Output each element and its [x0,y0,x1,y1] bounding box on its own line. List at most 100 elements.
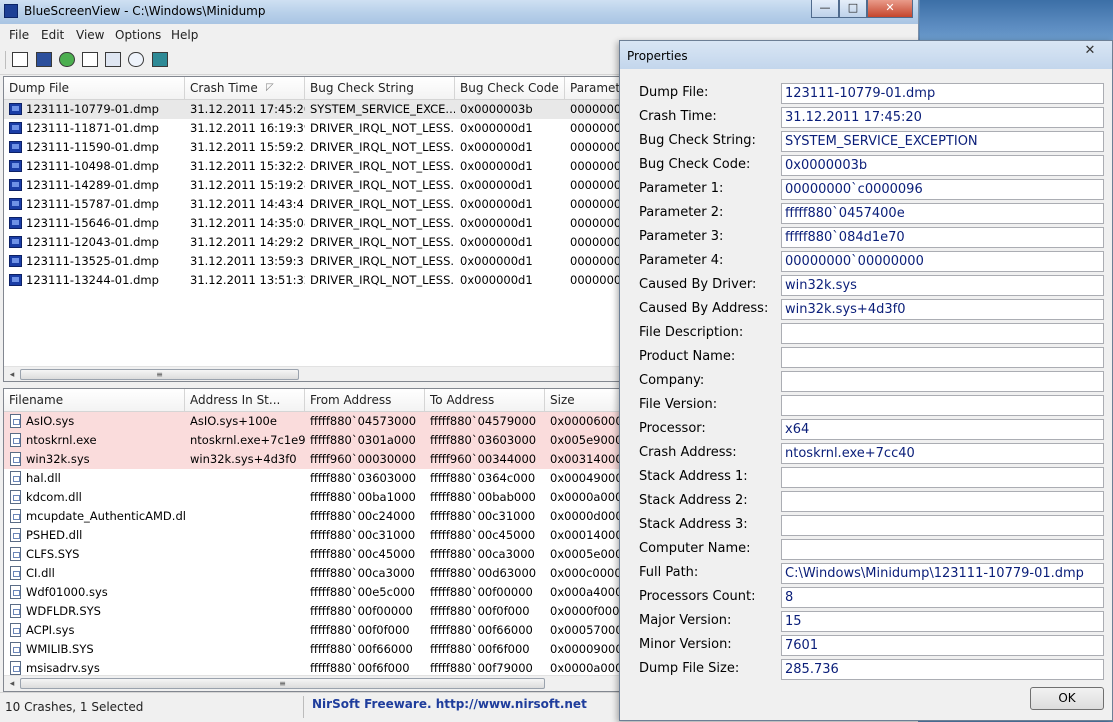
property-value-field[interactable]: 15 [781,611,1104,632]
dump-row[interactable]: 123111-13525-01.dmp 31.12.2011 13:59:31 DR… [4,252,644,271]
property-value-field[interactable]: 00000000`c0000096 [781,179,1104,200]
exit-icon[interactable] [152,52,168,67]
module-row[interactable]: CI.dll fffff880`00ca3000 fffff880`00d63000… [4,564,644,583]
scroll-thumb[interactable]: ≡ [20,678,545,689]
module-file-icon [10,547,21,561]
property-value-field[interactable]: 7601 [781,635,1104,656]
menu-options[interactable]: Options [115,28,161,42]
dump-row[interactable]: 123111-13244-01.dmp 31.12.2011 13:51:32 DR… [4,271,644,290]
module-row[interactable]: PSHED.dll fffff880`00c31000 fffff880`00c45… [4,526,644,545]
dump-row[interactable]: 123111-12043-01.dmp 31.12.2011 14:29:21 DR… [4,233,644,252]
dump-file-cell: 123111-12043-01.dmp [26,235,159,249]
property-value-field[interactable]: win32k.sys+4d3f0 [781,299,1104,320]
dump-list-hscrollbar[interactable]: ◂ ≡ [4,366,620,381]
dialog-title: Properties [627,49,688,63]
property-value-field[interactable]: 8 [781,587,1104,608]
properties-icon[interactable] [12,52,28,67]
module-row[interactable]: AsIO.sys AsIO.sys+100e fffff880`04573000 ff… [4,412,644,431]
bug-check-code-cell: 0x000000d1 [460,273,533,287]
col-address-in-stack[interactable]: Address In St... [185,389,305,411]
menu-view[interactable]: View [76,28,104,42]
property-value-field[interactable]: 123111-10779-01.dmp [781,83,1104,104]
col-filename[interactable]: Filename [4,389,185,411]
dump-row[interactable]: 123111-10498-01.dmp 31.12.2011 15:32:24 DR… [4,157,644,176]
module-list-hscrollbar[interactable]: ◂ ≡ [4,675,620,691]
module-row[interactable]: hal.dll fffff880`03603000 fffff880`0364c00… [4,469,644,488]
property-value-field[interactable]: ntoskrnl.exe+7cc40 [781,443,1104,464]
module-row[interactable]: WMILIB.SYS fffff880`00f66000 fffff880`00f6… [4,640,644,659]
property-value-field[interactable]: C:\Windows\Minidump\123111-10779-01.dmp [781,563,1104,584]
scroll-left-icon[interactable]: ◂ [5,678,19,690]
module-row[interactable]: ntoskrnl.exe ntoskrnl.exe+7c1e9 fffff880`0… [4,431,644,450]
size-cell: 0x0000a000 [550,661,620,675]
maximize-button[interactable]: □ [839,0,867,18]
menu-edit[interactable]: Edit [41,28,64,42]
menu-help[interactable]: Help [171,28,198,42]
dump-row[interactable]: 123111-11871-01.dmp 31.12.2011 16:19:39 DR… [4,119,644,138]
property-value-field[interactable] [781,347,1104,368]
property-value-field[interactable]: x64 [781,419,1104,440]
copy-icon[interactable] [82,52,98,67]
module-row[interactable]: win32k.sys win32k.sys+4d3f0 fffff960`00030… [4,450,644,469]
col-bug-check-code[interactable]: Bug Check Code [455,77,565,99]
to-address-cell: fffff880`00f0f000 [430,604,530,618]
to-address-cell: fffff880`00ca3000 [430,547,535,561]
bug-check-string-cell: DRIVER_IRQL_NOT_LESS... [310,197,455,211]
property-value-field[interactable]: 31.12.2011 17:45:20 [781,107,1104,128]
find-icon[interactable] [128,52,144,67]
dump-row[interactable]: 123111-15787-01.dmp 31.12.2011 14:43:41 DR… [4,195,644,214]
crash-time-cell: 31.12.2011 14:35:08 [190,216,305,230]
ok-button[interactable]: OK [1030,687,1104,710]
property-value-field[interactable]: 0x0000003b [781,155,1104,176]
property-value-field[interactable] [781,323,1104,344]
property-label: Product Name: [639,349,736,364]
col-to-address[interactable]: To Address [425,389,545,411]
property-label: Computer Name: [639,541,751,556]
minimize-button[interactable]: — [811,0,839,18]
size-cell: 0x00314000 [550,452,620,466]
property-value-field[interactable] [781,491,1104,512]
status-credit-link[interactable]: NirSoft Freeware. http://www.nirsoft.net [312,697,587,711]
property-value-field[interactable] [781,467,1104,488]
property-value-field[interactable] [781,515,1104,536]
dialog-title-bar[interactable]: Properties ✕ [620,41,1112,69]
property-value-field[interactable]: 285.736 [781,659,1104,680]
module-row[interactable]: WDFLDR.SYS fffff880`00f00000 fffff880`00f0… [4,602,644,621]
scroll-left-icon[interactable]: ◂ [5,369,19,381]
col-dump-file[interactable]: Dump File [4,77,185,99]
module-row[interactable]: mcupdate_AuthenticAMD.dll fffff880`00c240… [4,507,644,526]
bug-check-string-cell: DRIVER_IRQL_NOT_LESS... [310,273,455,287]
dump-row[interactable]: 123111-11590-01.dmp 31.12.2011 15:59:23 DR… [4,138,644,157]
col-bug-check-string[interactable]: Bug Check String [305,77,455,99]
save-icon[interactable] [36,52,52,67]
dump-row[interactable]: 123111-14289-01.dmp 31.12.2011 15:19:28 DR… [4,176,644,195]
title-bar[interactable]: BlueScreenView - C:\Windows\Minidump — □… [0,0,918,24]
property-value-field[interactable]: fffff880`084d1e70 [781,227,1104,248]
from-address-cell: fffff880`00ca3000 [310,566,415,580]
property-value-field[interactable]: SYSTEM_SERVICE_EXCEPTION [781,131,1104,152]
property-label: Parameter 2: [639,205,724,220]
bug-check-string-cell: DRIVER_IRQL_NOT_LESS... [310,216,455,230]
col-crash-time[interactable]: Crash Time ◸ [185,77,305,99]
property-value-field[interactable] [781,539,1104,560]
close-button[interactable]: ✕ [867,0,913,18]
module-row[interactable]: ACPI.sys fffff880`00f0f000 fffff880`00f660… [4,621,644,640]
menu-file[interactable]: File [9,28,29,42]
property-value-field[interactable]: fffff880`0457400e [781,203,1104,224]
col-from-address[interactable]: From Address [305,389,425,411]
status-count: 10 Crashes, 1 Selected [5,700,144,714]
module-row[interactable]: kdcom.dll fffff880`00ba1000 fffff880`00bab… [4,488,644,507]
property-value-field[interactable] [781,395,1104,416]
property-value-field[interactable] [781,371,1104,392]
dump-file-icon [9,160,22,172]
module-row[interactable]: Wdf01000.sys fffff880`00e5c000 fffff880`00… [4,583,644,602]
dump-row[interactable]: 123111-15646-01.dmp 31.12.2011 14:35:08 DR… [4,214,644,233]
property-value-field[interactable]: win32k.sys [781,275,1104,296]
dump-row[interactable]: 123111-10779-01.dmp 31.12.2011 17:45:20 SY… [4,100,644,119]
module-row[interactable]: CLFS.SYS fffff880`00c45000 fffff880`00ca30… [4,545,644,564]
refresh-icon[interactable] [59,52,75,67]
property-value-field[interactable]: 00000000`00000000 [781,251,1104,272]
options-icon[interactable] [105,52,121,67]
dialog-close-button[interactable]: ✕ [1070,41,1110,61]
scroll-thumb[interactable]: ≡ [20,369,299,380]
